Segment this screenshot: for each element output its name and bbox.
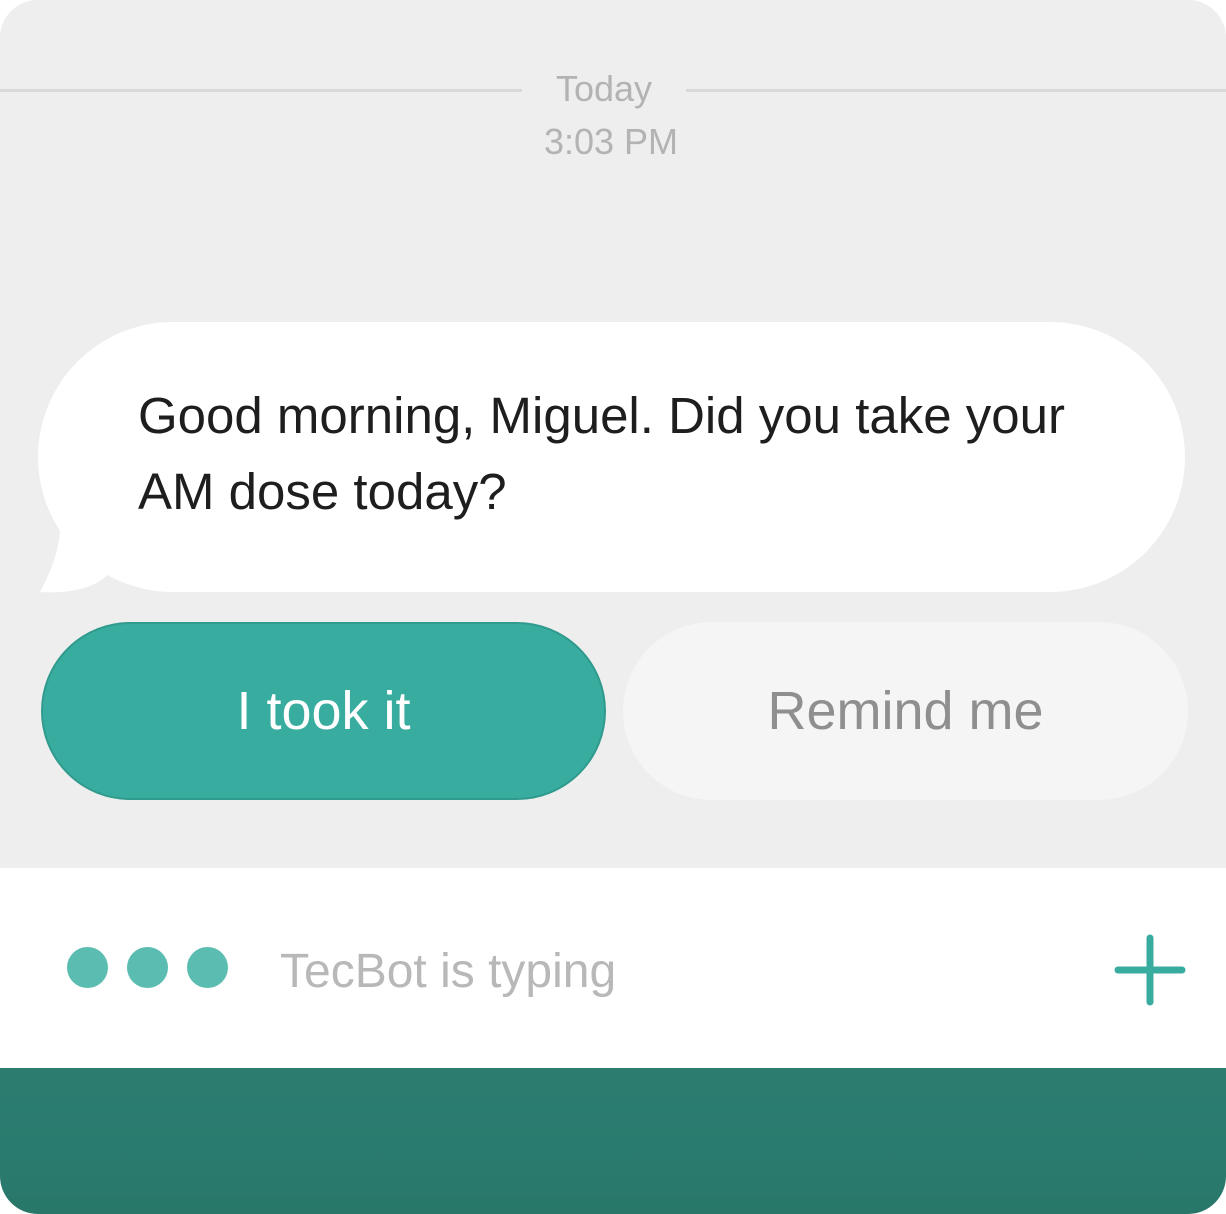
chat-window: Today 3:03 PM Good morning, Miguel. Did … <box>0 0 1226 1214</box>
message-text: Good morning, Miguel. Did you take your … <box>138 387 1065 520</box>
took-it-button[interactable]: I took it <box>41 622 606 800</box>
timestamp: 3:03 PM <box>543 121 679 162</box>
footer-band <box>0 1068 1226 1214</box>
date-label: Today <box>555 68 653 109</box>
typing-status: TecBot is typing <box>280 945 617 998</box>
date-divider-left <box>0 89 522 92</box>
typing-dot-icon <box>187 947 228 988</box>
date-divider-right <box>686 89 1226 92</box>
remind-me-button[interactable]: Remind me <box>623 622 1188 800</box>
message-thread: Today 3:03 PM Good morning, Miguel. Did … <box>0 0 1226 868</box>
plus-icon[interactable] <box>1112 932 1188 1008</box>
typing-dot-icon <box>127 947 168 988</box>
typing-dot-icon <box>67 947 108 988</box>
